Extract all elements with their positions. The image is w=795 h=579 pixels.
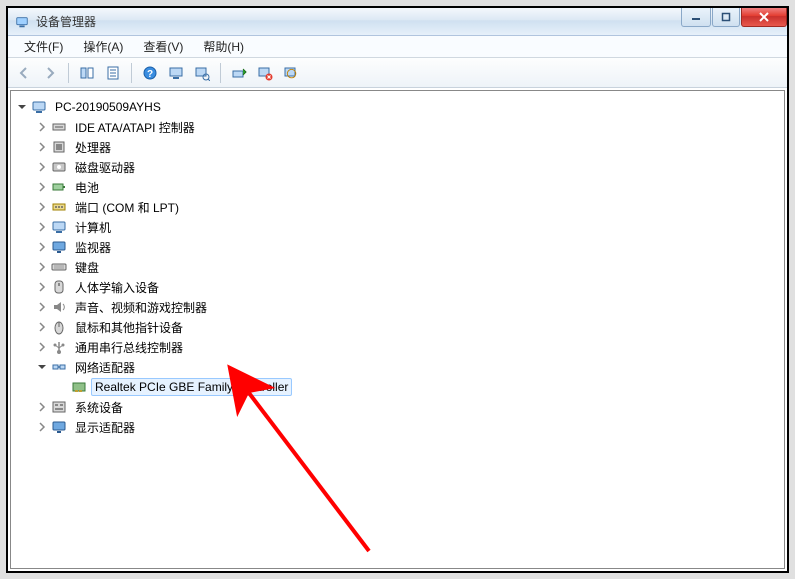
tree-item[interactable]: 鼠标和其他指针设备	[35, 317, 780, 337]
menubar: 文件(F) 操作(A) 查看(V) 帮助(H)	[8, 36, 787, 58]
menu-help[interactable]: 帮助(H)	[193, 36, 254, 57]
expand-icon[interactable]	[35, 280, 49, 294]
sound-icon	[51, 299, 67, 315]
window-title: 设备管理器	[36, 13, 96, 30]
computer-icon	[31, 99, 47, 115]
toolbar: ?	[8, 58, 787, 88]
expand-icon[interactable]	[35, 120, 49, 134]
toolbar-separator	[131, 63, 132, 83]
system-icon	[51, 399, 67, 415]
network-icon	[51, 359, 67, 375]
spacer	[55, 380, 69, 394]
toolbar-properties-button[interactable]	[101, 61, 125, 85]
toolbar-back-button[interactable]	[12, 61, 36, 85]
expand-icon[interactable]	[35, 200, 49, 214]
disk-icon	[51, 159, 67, 175]
collapse-icon[interactable]	[15, 100, 29, 114]
port-icon	[51, 199, 67, 215]
ide-icon	[51, 119, 67, 135]
toolbar-show-tree-button[interactable]	[75, 61, 99, 85]
tree-item[interactable]: 网络适配器	[35, 357, 780, 377]
expand-icon[interactable]	[35, 260, 49, 274]
tree-item-label: 系统设备	[71, 397, 127, 418]
keyboard-icon	[51, 259, 67, 275]
mouse-icon	[51, 319, 67, 335]
tree-item-label: 处理器	[71, 137, 115, 158]
tree-item[interactable]: 显示适配器	[35, 417, 780, 437]
minimize-button[interactable]	[681, 8, 711, 27]
expand-icon[interactable]	[35, 400, 49, 414]
tree-item-label: 端口 (COM 和 LPT)	[71, 197, 183, 218]
tree-item-label: 网络适配器	[71, 357, 139, 378]
tree-item-label: 键盘	[71, 257, 103, 278]
expand-icon[interactable]	[35, 160, 49, 174]
tree-item-label: 监视器	[71, 237, 115, 258]
cpu-icon	[51, 139, 67, 155]
tree-item[interactable]: 计算机	[35, 217, 780, 237]
toolbar-help-button[interactable]: ?	[138, 61, 162, 85]
tree-item[interactable]: 监视器	[35, 237, 780, 257]
tree-item[interactable]: 端口 (COM 和 LPT)	[35, 197, 780, 217]
tree-item-label: Realtek PCIe GBE Family Controller	[91, 378, 292, 396]
tree-item[interactable]: 通用串行总线控制器	[35, 337, 780, 357]
device-tree-panel[interactable]: PC-20190509AYHS IDE ATA/ATAPI 控制器处理器磁盘驱动…	[10, 90, 785, 569]
tree-item-label: 计算机	[71, 217, 115, 238]
tree-item-label: 磁盘驱动器	[71, 157, 139, 178]
svg-text:?: ?	[147, 69, 153, 80]
monitor-icon	[51, 239, 67, 255]
toolbar-separator	[220, 63, 221, 83]
close-button[interactable]	[741, 8, 787, 27]
battery-icon	[51, 179, 67, 195]
tree-item[interactable]: 电池	[35, 177, 780, 197]
tree-item-label: 人体学输入设备	[71, 277, 163, 298]
tree-item-label: IDE ATA/ATAPI 控制器	[71, 117, 199, 138]
toolbar-disable-button[interactable]	[279, 61, 303, 85]
tree-item[interactable]: 键盘	[35, 257, 780, 277]
usb-icon	[51, 339, 67, 355]
toolbar-update-driver-button[interactable]	[227, 61, 251, 85]
tree-item-label: 电池	[71, 177, 103, 198]
titlebar: 设备管理器	[8, 8, 787, 36]
toolbar-refresh-button[interactable]	[164, 61, 188, 85]
expand-icon[interactable]	[35, 300, 49, 314]
tree-item-label: 鼠标和其他指针设备	[71, 317, 187, 338]
tree-item[interactable]: 处理器	[35, 137, 780, 157]
tree-item[interactable]: 磁盘驱动器	[35, 157, 780, 177]
display-icon	[51, 419, 67, 435]
hid-icon	[51, 279, 67, 295]
nic-icon	[71, 379, 87, 395]
toolbar-uninstall-button[interactable]	[253, 61, 277, 85]
menu-view[interactable]: 查看(V)	[133, 36, 193, 57]
menu-file[interactable]: 文件(F)	[14, 36, 73, 57]
tree-item[interactable]: 人体学输入设备	[35, 277, 780, 297]
expand-icon[interactable]	[35, 320, 49, 334]
expand-icon[interactable]	[35, 420, 49, 434]
app-icon	[14, 14, 30, 30]
computer-icon	[51, 219, 67, 235]
expand-icon[interactable]	[35, 180, 49, 194]
tree-item-label: 显示适配器	[71, 417, 139, 438]
tree-item-label: 通用串行总线控制器	[71, 337, 187, 358]
expand-icon[interactable]	[35, 220, 49, 234]
tree-root[interactable]: PC-20190509AYHS	[15, 97, 780, 117]
tree-item-label: 声音、视频和游戏控制器	[71, 297, 211, 318]
tree-item[interactable]: 系统设备	[35, 397, 780, 417]
tree-item[interactable]: IDE ATA/ATAPI 控制器	[35, 117, 780, 137]
tree-item[interactable]: Realtek PCIe GBE Family Controller	[55, 377, 780, 397]
expand-icon[interactable]	[35, 140, 49, 154]
tree-root-label: PC-20190509AYHS	[51, 98, 165, 116]
toolbar-separator	[68, 63, 69, 83]
tree-item[interactable]: 声音、视频和游戏控制器	[35, 297, 780, 317]
expand-icon[interactable]	[35, 340, 49, 354]
toolbar-scan-button[interactable]	[190, 61, 214, 85]
device-manager-window: 设备管理器 文件(F) 操作(A) 查看(V) 帮助(H)	[8, 8, 787, 571]
expand-icon[interactable]	[35, 240, 49, 254]
toolbar-forward-button[interactable]	[38, 61, 62, 85]
collapse-icon[interactable]	[35, 360, 49, 374]
menu-action[interactable]: 操作(A)	[73, 36, 133, 57]
maximize-button[interactable]	[712, 8, 740, 27]
